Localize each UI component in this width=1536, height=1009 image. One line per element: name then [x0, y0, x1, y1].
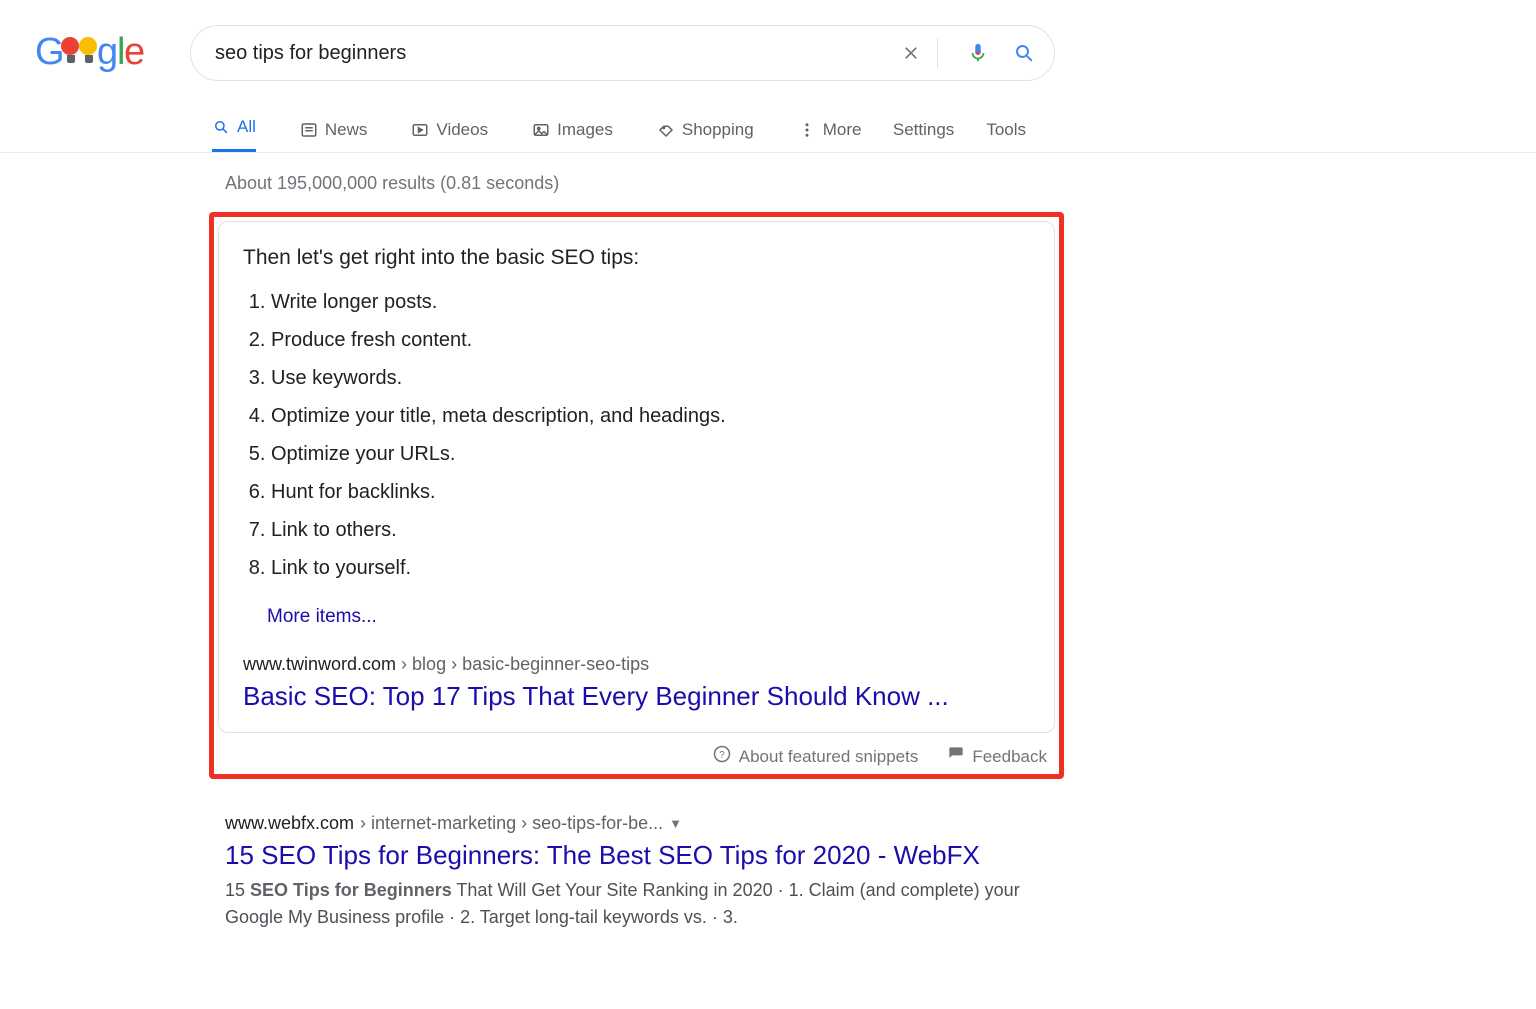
tab-shopping[interactable]: Shopping [657, 120, 754, 152]
list-item: Link to yourself. [271, 554, 1030, 582]
list-item: Optimize your URLs. [271, 440, 1030, 468]
search-result: www.webfx.com › internet-marketing › seo… [225, 813, 1045, 931]
tab-label: More [823, 120, 862, 140]
list-item: Hunt for backlinks. [271, 478, 1030, 506]
clear-icon[interactable] [899, 41, 923, 65]
search-icon [212, 118, 230, 136]
tab-all[interactable]: All [212, 117, 256, 152]
result-title-link[interactable]: Basic SEO: Top 17 Tips That Every Beginn… [243, 681, 1030, 712]
tab-videos[interactable]: Videos [411, 120, 488, 152]
shopping-icon [657, 121, 675, 139]
dropdown-icon[interactable]: ▼ [669, 816, 682, 831]
feedback-label: Feedback [972, 747, 1047, 767]
list-item: Link to others. [271, 516, 1030, 544]
tools-link[interactable]: Tools [986, 120, 1026, 140]
settings-link[interactable]: Settings [893, 120, 954, 140]
news-icon [300, 121, 318, 139]
voice-search-icon[interactable] [966, 41, 990, 65]
about-snippets-link[interactable]: ? About featured snippets [713, 745, 919, 768]
featured-snippet: Then let's get right into the basic SEO … [218, 221, 1055, 733]
result-stats: About 195,000,000 results (0.81 seconds) [225, 173, 1100, 194]
video-icon [411, 121, 429, 139]
search-input[interactable] [215, 42, 885, 65]
featured-snippet-highlight: Then let's get right into the basic SEO … [209, 212, 1064, 779]
cite-path: › internet-marketing › seo-tips-for-be..… [360, 813, 663, 834]
divider [937, 38, 938, 68]
tab-more[interactable]: More [798, 120, 862, 152]
cite-domain: www.twinword.com [243, 654, 396, 674]
tab-label: All [237, 117, 256, 137]
about-snippets-label: About featured snippets [739, 747, 919, 767]
list-item: Use keywords. [271, 364, 1030, 392]
tab-label: News [325, 120, 368, 140]
cite-path: › blog › basic-beginner-seo-tips [396, 654, 649, 674]
list-item: Produce fresh content. [271, 326, 1030, 354]
tab-label: Videos [436, 120, 488, 140]
search-icon[interactable] [1012, 41, 1036, 65]
bulb-icon [61, 37, 81, 67]
snippet-heading: Then let's get right into the basic SEO … [243, 246, 1030, 270]
cite-domain: www.webfx.com [225, 813, 354, 834]
tab-news[interactable]: News [300, 120, 368, 152]
help-icon: ? [713, 745, 731, 768]
tab-images[interactable]: Images [532, 120, 613, 152]
result-title-link[interactable]: 15 SEO Tips for Beginners: The Best SEO … [225, 840, 1045, 871]
more-icon [798, 121, 816, 139]
svg-text:?: ? [719, 750, 725, 761]
list-item: Write longer posts. [271, 288, 1030, 316]
search-bar[interactable] [190, 25, 1055, 81]
result-cite: www.webfx.com › internet-marketing › seo… [225, 813, 1045, 834]
google-logo[interactable]: G gle [35, 35, 135, 71]
image-icon [532, 121, 550, 139]
feedback-link[interactable]: Feedback [948, 746, 1047, 767]
tabs-bar: All News Videos Images Shopping More Set… [0, 109, 1536, 153]
tab-label: Shopping [682, 120, 754, 140]
result-cite: www.twinword.com › blog › basic-beginner… [243, 654, 1030, 675]
list-item: Optimize your title, meta description, a… [271, 402, 1030, 430]
result-description: 15 SEO Tips for Beginners That Will Get … [225, 877, 1045, 931]
bulb-icon [79, 37, 99, 67]
feedback-icon [948, 746, 964, 767]
snippet-list: Write longer posts. Produce fresh conten… [243, 288, 1030, 582]
more-items-link[interactable]: More items... [267, 606, 377, 628]
tab-label: Images [557, 120, 613, 140]
